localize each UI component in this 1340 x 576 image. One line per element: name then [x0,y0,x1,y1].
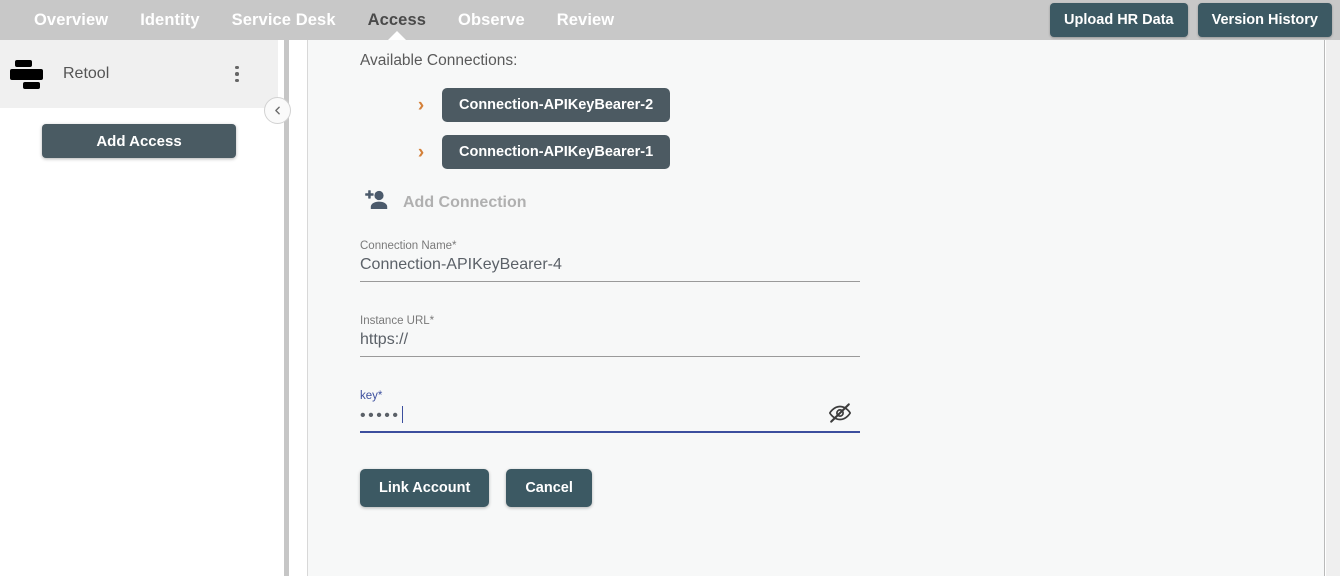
link-account-button[interactable]: Link Account [360,469,490,507]
form-actions: Link Account Cancel [360,469,860,507]
add-connection-button[interactable]: Add Connection [364,189,527,216]
tab-service-desk[interactable]: Service Desk [216,0,352,40]
key-field: key* ••••• [360,390,860,433]
connection-name-label: Connection Name* [360,240,457,252]
tab-identity[interactable]: Identity [124,0,215,40]
chevron-left-icon[interactable] [264,97,291,124]
tab-review[interactable]: Review [541,0,630,40]
more-vertical-icon[interactable] [224,59,250,89]
cancel-button[interactable]: Cancel [506,469,592,507]
available-connections-heading: Available Connections: [360,52,518,69]
key-input[interactable]: ••••• [360,406,860,433]
connection-name-field: Connection Name* Connection-APIKeyBearer… [360,240,860,282]
retool-logo-icon [10,57,48,91]
chevron-right-icon[interactable]: › [408,96,434,115]
visibility-off-icon[interactable] [828,401,852,425]
instance-url-label: Instance URL* [360,315,435,327]
version-history-button[interactable]: Version History [1197,3,1332,37]
sidebar-app-name: Retool [63,65,110,82]
top-navigation-bar: Overview Identity Service Desk Access Ob… [0,0,1340,40]
topbar-actions: Upload HR Data Version History [1050,3,1332,37]
key-label: key* [360,390,383,402]
person-add-icon [364,189,390,216]
tab-access[interactable]: Access [352,0,442,40]
key-masked-value: ••••• [360,407,401,424]
connection-form: Connection Name* Connection-APIKeyBearer… [360,240,860,507]
right-gutter [1326,40,1340,576]
add-connection-label: Add Connection [403,193,527,211]
instance-url-field: Instance URL* https:// [360,315,860,357]
sidebar: Retool Add Access [0,40,278,576]
connection-button-apikeybearer-1[interactable]: Connection-APIKeyBearer-1 [442,135,671,169]
sidebar-item-retool[interactable]: Retool [0,40,278,108]
add-access-wrap: Add Access [0,108,278,158]
connection-row: › Connection-APIKeyBearer-1 [360,135,1324,169]
tab-overview[interactable]: Overview [18,0,124,40]
text-cursor [401,406,403,423]
connection-name-input[interactable]: Connection-APIKeyBearer-4 [360,256,860,282]
upload-hr-data-button[interactable]: Upload HR Data [1050,3,1188,37]
tab-observe[interactable]: Observe [442,0,541,40]
chevron-right-icon[interactable]: › [408,143,434,162]
access-content: Available Connections: › Connection-APIK… [308,40,1324,507]
connection-row: › Connection-APIKeyBearer-2 [360,88,1324,122]
add-access-button[interactable]: Add Access [42,124,236,158]
main-content-panel: Available Connections: › Connection-APIK… [307,40,1325,576]
instance-url-input[interactable]: https:// [360,331,860,357]
connection-button-apikeybearer-2[interactable]: Connection-APIKeyBearer-2 [442,88,671,122]
nav-tabs: Overview Identity Service Desk Access Ob… [18,0,630,40]
